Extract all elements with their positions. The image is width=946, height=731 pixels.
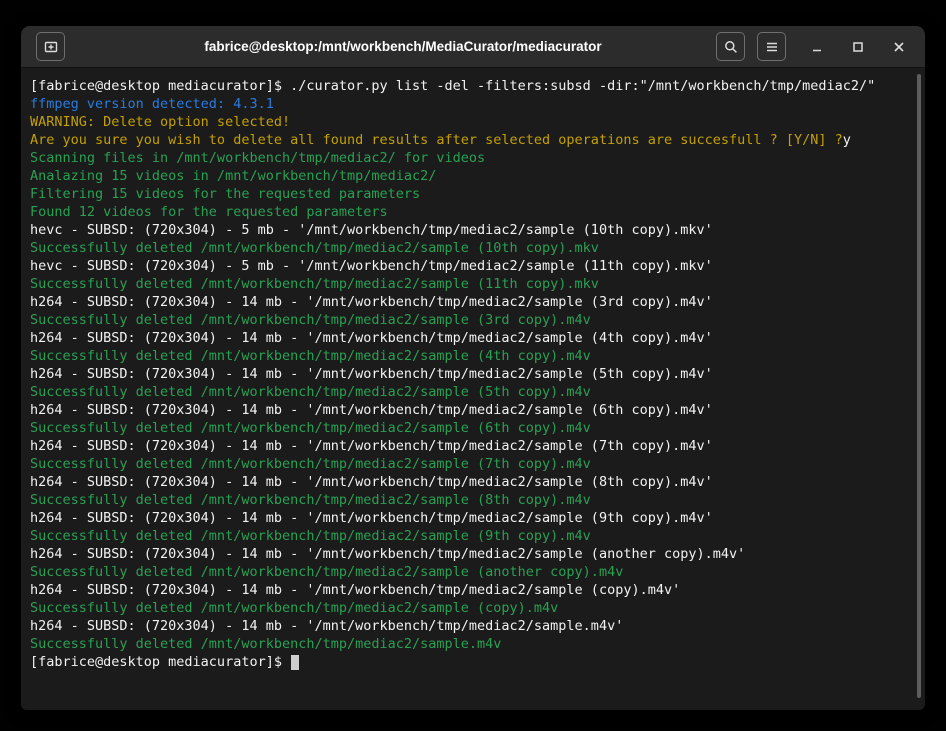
terminal-text: hevc - SUBSD: (720x304) - 5 mb - '/mnt/w… — [30, 222, 713, 238]
terminal-text: Found 12 videos for the requested parame… — [30, 204, 388, 220]
terminal-text: [fabrice@desktop mediacurator]$ — [30, 654, 290, 670]
menu-button[interactable] — [757, 32, 786, 61]
terminal-line: h264 - SUBSD: (720x304) - 14 mb - '/mnt/… — [30, 401, 925, 419]
terminal-line: [fabrice@desktop mediacurator]$ ./curato… — [30, 77, 925, 95]
terminal-line: WARNING: Delete option selected! — [30, 113, 925, 131]
terminal-line: Successfully deleted /mnt/workbench/tmp/… — [30, 527, 925, 545]
close-icon — [891, 39, 907, 55]
terminal-line: Successfully deleted /mnt/workbench/tmp/… — [30, 599, 925, 617]
terminal-line: Successfully deleted /mnt/workbench/tmp/… — [30, 383, 925, 401]
terminal-text: WARNING: Delete option selected! — [30, 114, 290, 130]
terminal-line: h264 - SUBSD: (720x304) - 14 mb - '/mnt/… — [30, 293, 925, 311]
terminal-text: h264 - SUBSD: (720x304) - 14 mb - '/mnt/… — [30, 510, 713, 526]
terminal-line: h264 - SUBSD: (720x304) - 14 mb - '/mnt/… — [30, 509, 925, 527]
terminal-text: h264 - SUBSD: (720x304) - 14 mb - '/mnt/… — [30, 294, 713, 310]
terminal-text: Successfully deleted /mnt/workbench/tmp/… — [30, 384, 591, 400]
terminal-line: Successfully deleted /mnt/workbench/tmp/… — [30, 347, 925, 365]
search-icon — [723, 39, 739, 55]
terminal-text: Scanning files in /mnt/workbench/tmp/med… — [30, 150, 485, 166]
terminal-text: h264 - SUBSD: (720x304) - 14 mb - '/mnt/… — [30, 546, 745, 562]
maximize-icon — [850, 39, 866, 55]
terminal-text: Successfully deleted /mnt/workbench/tmp/… — [30, 564, 623, 580]
terminal-text: ffmpeg version detected: 4.3.1 — [30, 96, 274, 112]
terminal-text: y — [843, 132, 851, 148]
terminal-line: Successfully deleted /mnt/workbench/tmp/… — [30, 563, 925, 581]
terminal-cursor — [291, 655, 299, 670]
terminal-line: h264 - SUBSD: (720x304) - 14 mb - '/mnt/… — [30, 581, 925, 599]
terminal-text: h264 - SUBSD: (720x304) - 14 mb - '/mnt/… — [30, 330, 713, 346]
terminal-text: Successfully deleted /mnt/workbench/tmp/… — [30, 456, 591, 472]
new-tab-icon — [43, 39, 59, 55]
titlebar-controls — [716, 26, 913, 67]
terminal-text: Successfully deleted /mnt/workbench/tmp/… — [30, 420, 591, 436]
search-button[interactable] — [716, 32, 745, 61]
terminal-line: Successfully deleted /mnt/workbench/tmp/… — [30, 419, 925, 437]
terminal-line: Are you sure you wish to delete all foun… — [30, 131, 925, 149]
terminal-line: Found 12 videos for the requested parame… — [30, 203, 925, 221]
terminal-text: Filtering 15 videos for the requested pa… — [30, 186, 420, 202]
terminal-line: Successfully deleted /mnt/workbench/tmp/… — [30, 491, 925, 509]
terminal-text: Analazing 15 videos in /mnt/workbench/tm… — [30, 168, 436, 184]
terminal-window: fabrice@desktop:/mnt/workbench/MediaCura… — [21, 26, 925, 710]
terminal-text: Successfully deleted /mnt/workbench/tmp/… — [30, 528, 591, 544]
terminal-text: Successfully deleted /mnt/workbench/tmp/… — [30, 600, 558, 616]
terminal-line: h264 - SUBSD: (720x304) - 14 mb - '/mnt/… — [30, 437, 925, 455]
terminal-line: [fabrice@desktop mediacurator]$ — [30, 653, 925, 671]
titlebar[interactable]: fabrice@desktop:/mnt/workbench/MediaCura… — [21, 26, 925, 68]
terminal-line: h264 - SUBSD: (720x304) - 14 mb - '/mnt/… — [30, 365, 925, 383]
terminal-text: Successfully deleted /mnt/workbench/tmp/… — [30, 240, 599, 256]
terminal-line: h264 - SUBSD: (720x304) - 14 mb - '/mnt/… — [30, 545, 925, 563]
terminal-text: Successfully deleted /mnt/workbench/tmp/… — [30, 636, 501, 652]
terminal-text: Successfully deleted /mnt/workbench/tmp/… — [30, 276, 599, 292]
terminal-line: Successfully deleted /mnt/workbench/tmp/… — [30, 311, 925, 329]
scrollbar[interactable] — [917, 74, 921, 698]
hamburger-menu-icon — [764, 39, 780, 55]
terminal-line: Successfully deleted /mnt/workbench/tmp/… — [30, 275, 925, 293]
window-title: fabrice@desktop:/mnt/workbench/MediaCura… — [141, 39, 665, 54]
new-tab-button[interactable] — [36, 32, 65, 61]
terminal-line: ffmpeg version detected: 4.3.1 — [30, 95, 925, 113]
terminal-line: h264 - SUBSD: (720x304) - 14 mb - '/mnt/… — [30, 329, 925, 347]
terminal-line: Successfully deleted /mnt/workbench/tmp/… — [30, 635, 925, 653]
terminal-line: Analazing 15 videos in /mnt/workbench/tm… — [30, 167, 925, 185]
terminal-line: Successfully deleted /mnt/workbench/tmp/… — [30, 239, 925, 257]
minimize-icon — [809, 39, 825, 55]
terminal-line: h264 - SUBSD: (720x304) - 14 mb - '/mnt/… — [30, 473, 925, 491]
maximize-button[interactable] — [843, 32, 872, 61]
terminal-line: Filtering 15 videos for the requested pa… — [30, 185, 925, 203]
terminal-text: Are you sure you wish to delete all foun… — [30, 132, 843, 148]
terminal-text: h264 - SUBSD: (720x304) - 14 mb - '/mnt/… — [30, 402, 713, 418]
terminal-text: h264 - SUBSD: (720x304) - 14 mb - '/mnt/… — [30, 438, 713, 454]
terminal-text: [fabrice@desktop mediacurator]$ ./curato… — [30, 78, 875, 94]
terminal-text: h264 - SUBSD: (720x304) - 14 mb - '/mnt/… — [30, 618, 623, 634]
terminal-line: hevc - SUBSD: (720x304) - 5 mb - '/mnt/w… — [30, 221, 925, 239]
terminal-line: Scanning files in /mnt/workbench/tmp/med… — [30, 149, 925, 167]
terminal-text: Successfully deleted /mnt/workbench/tmp/… — [30, 312, 591, 328]
terminal-text: h264 - SUBSD: (720x304) - 14 mb - '/mnt/… — [30, 474, 713, 490]
terminal-lines: [fabrice@desktop mediacurator]$ ./curato… — [30, 77, 925, 671]
terminal-text: h264 - SUBSD: (720x304) - 14 mb - '/mnt/… — [30, 582, 680, 598]
terminal-text: h264 - SUBSD: (720x304) - 14 mb - '/mnt/… — [30, 366, 713, 382]
terminal-line: Successfully deleted /mnt/workbench/tmp/… — [30, 455, 925, 473]
minimize-button[interactable] — [802, 32, 831, 61]
terminal-line: hevc - SUBSD: (720x304) - 5 mb - '/mnt/w… — [30, 257, 925, 275]
terminal-output[interactable]: [fabrice@desktop mediacurator]$ ./curato… — [21, 69, 925, 710]
close-button[interactable] — [884, 32, 913, 61]
terminal-text: hevc - SUBSD: (720x304) - 5 mb - '/mnt/w… — [30, 258, 713, 274]
terminal-text: Successfully deleted /mnt/workbench/tmp/… — [30, 492, 591, 508]
terminal-line: h264 - SUBSD: (720x304) - 14 mb - '/mnt/… — [30, 617, 925, 635]
terminal-text: Successfully deleted /mnt/workbench/tmp/… — [30, 348, 591, 364]
